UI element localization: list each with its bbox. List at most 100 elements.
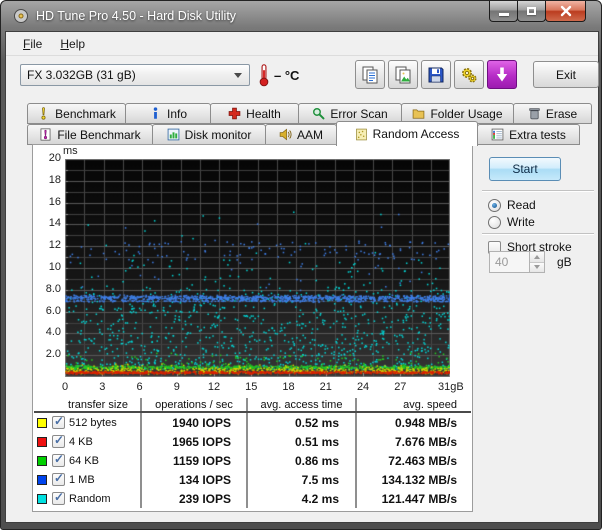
tab-label: Erase [546, 107, 577, 121]
drive-select-value: FX 3.032GB (31 gB) [27, 68, 136, 82]
table-row: 1 MB 134 IOPS 7.5 ms 134.132 MB/s [34, 470, 471, 489]
start-button[interactable]: Start [489, 157, 561, 181]
save-icon [426, 65, 446, 85]
y-tick-label: 10 [33, 261, 61, 273]
series-checkbox[interactable] [52, 435, 65, 448]
separator [482, 233, 594, 235]
file-exclamation-icon [39, 128, 52, 141]
y-axis-unit-label: ms [63, 145, 78, 157]
options-button[interactable] [454, 60, 484, 89]
spin-up-button[interactable] [530, 252, 544, 263]
stroke-size-input[interactable] [489, 251, 529, 273]
thermometer-icon [258, 63, 270, 87]
y-tick-label: 14 [33, 217, 61, 229]
toolbar: FX 3.032GB (31 gB) – °C [6, 58, 598, 98]
stroke-size-spinner: gB [489, 251, 572, 273]
copy-text-button[interactable] [355, 60, 385, 89]
chevron-down-icon [234, 73, 242, 78]
tab-benchmark[interactable]: Benchmark [27, 103, 126, 124]
tab-label: Random Access [373, 127, 460, 141]
series-checkbox[interactable] [52, 454, 65, 467]
health-cross-icon [228, 107, 241, 120]
save-button[interactable] [421, 60, 451, 89]
menu-file[interactable]: File [14, 34, 51, 54]
down-arrow-icon [492, 65, 512, 85]
ops-value: 1940 IOPS [142, 413, 248, 432]
tab-label: Folder Usage [430, 107, 502, 121]
tab-label: Info [167, 107, 187, 121]
x-tick-label: 12 [199, 381, 229, 393]
tab-health[interactable]: Health [210, 103, 299, 124]
tab-erase[interactable]: Erase [513, 103, 592, 124]
series-color-swatch [37, 456, 47, 466]
titlebar[interactable]: HD Tune Pro 4.50 - Hard Disk Utility [1, 1, 601, 31]
exit-button[interactable]: Exit [533, 61, 599, 88]
series-checkbox[interactable] [52, 416, 65, 429]
access-time-value: 0.86 ms [248, 451, 357, 470]
maximize-button[interactable] [517, 1, 546, 22]
table-row: Random 239 IOPS 4.2 ms 121.447 MB/s [34, 489, 471, 508]
extra-tests-icon [491, 128, 504, 141]
access-time-value: 0.51 ms [248, 432, 357, 451]
gears-icon [459, 65, 479, 85]
drive-select[interactable]: FX 3.032GB (31 gB) [20, 64, 250, 86]
series-checkbox[interactable] [52, 473, 65, 486]
table-row: 512 bytes 1940 IOPS 0.52 ms 0.948 MB/s [34, 413, 471, 432]
radio-write[interactable] [488, 216, 501, 229]
results-table: transfer size operations / sec avg. acce… [34, 398, 471, 508]
x-tick-label: 9 [162, 381, 192, 393]
series-color-swatch [37, 494, 47, 504]
minimize-icon [499, 13, 509, 16]
series-label: 64 KB [69, 455, 99, 467]
caption-buttons [490, 1, 586, 22]
tab-info[interactable]: Info [125, 103, 211, 124]
speed-value: 134.132 MB/s [357, 470, 469, 489]
minimize-button[interactable] [489, 1, 518, 22]
tab-file-benchmark[interactable]: File Benchmark [27, 124, 153, 145]
tab-random-access[interactable]: Random Access [336, 121, 478, 146]
tab-extra-tests[interactable]: Extra tests [477, 124, 580, 145]
access-time-value: 0.52 ms [248, 413, 357, 432]
write-label: Write [507, 215, 535, 229]
scatter-page-icon [355, 128, 368, 141]
radio-read[interactable] [488, 199, 501, 212]
tab-label: Benchmark [55, 107, 116, 121]
folder-icon [412, 107, 425, 120]
tab-row-2: File Benchmark Disk monitor AAM Random A… [6, 124, 598, 145]
access-time-value: 7.5 ms [248, 470, 357, 489]
speed-value: 72.463 MB/s [357, 451, 469, 470]
temperature-label: – °C [274, 68, 299, 83]
magnifier-icon [312, 107, 325, 120]
copy-image-button[interactable] [388, 60, 418, 89]
speed-value: 121.447 MB/s [357, 489, 469, 508]
table-header-row: transfer size operations / sec avg. acce… [34, 398, 471, 413]
write-option[interactable]: Write [488, 215, 535, 229]
tab-strip: Benchmark Info Health Error Scan Folder … [6, 103, 598, 145]
tab-label: Extra tests [509, 128, 566, 142]
tab-label: File Benchmark [57, 128, 140, 142]
separator [482, 190, 594, 192]
capture-button[interactable] [487, 60, 517, 89]
speed-value: 7.676 MB/s [357, 432, 469, 451]
ops-value: 1159 IOPS [142, 451, 248, 470]
header-operations: operations / sec [142, 398, 248, 411]
series-checkbox[interactable] [52, 492, 65, 505]
tab-aam[interactable]: AAM [265, 124, 337, 145]
tab-label: Health [246, 107, 281, 121]
info-icon [149, 107, 162, 120]
y-tick-label: 18 [33, 174, 61, 186]
series-label: 4 KB [69, 436, 93, 448]
x-tick-label: 27 [385, 381, 415, 393]
series-label: 1 MB [69, 474, 95, 486]
spin-down-button[interactable] [530, 263, 544, 273]
tab-disk-monitor[interactable]: Disk monitor [152, 124, 266, 145]
close-button[interactable] [545, 1, 586, 22]
y-tick-label: 16 [33, 196, 61, 208]
access-time-value: 4.2 ms [248, 489, 357, 508]
menu-help[interactable]: Help [51, 34, 94, 54]
exclamation-icon [37, 107, 50, 120]
x-tick-label: 31gB [438, 381, 474, 393]
read-option[interactable]: Read [488, 198, 536, 212]
copy-text-icon [360, 65, 380, 85]
tab-label: Error Scan [330, 107, 387, 121]
